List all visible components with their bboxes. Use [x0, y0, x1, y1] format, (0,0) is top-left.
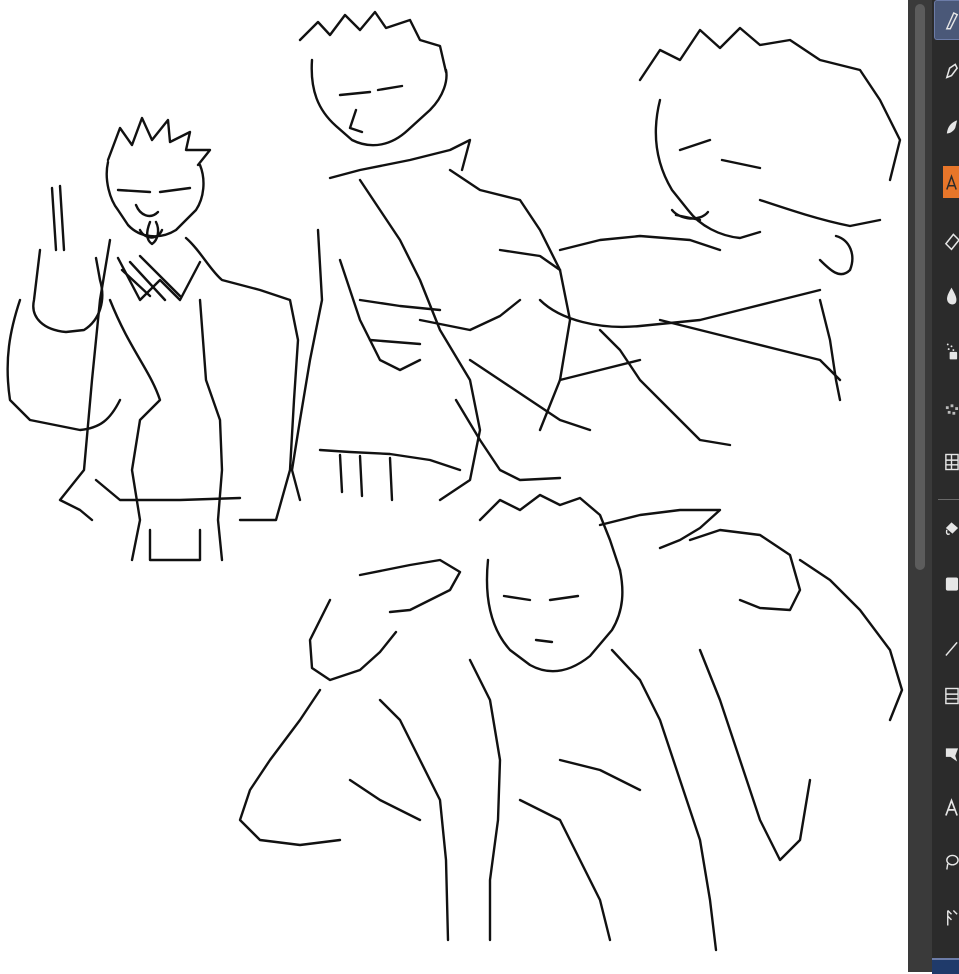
pencil-tool[interactable] — [934, 50, 959, 90]
lasso-tool[interactable] — [934, 842, 959, 882]
sketch-figure-bottom — [238, 493, 904, 952]
pen-tool[interactable] — [934, 0, 959, 40]
text-icon — [945, 798, 958, 816]
pencil-icon — [945, 63, 959, 79]
line-tool[interactable] — [934, 628, 959, 668]
sketch-figure-center — [290, 10, 572, 502]
line-icon — [945, 641, 958, 656]
scrollbar-thumb[interactable] — [915, 4, 925, 570]
sketch-figure-right — [454, 26, 902, 482]
frame-tool[interactable] — [934, 676, 959, 716]
balloon-tool[interactable] — [934, 734, 959, 774]
sketch-figure-left — [6, 116, 300, 562]
lasso-icon — [946, 854, 959, 870]
marker-icon — [946, 174, 957, 190]
pen-icon — [945, 12, 959, 30]
grid-tool[interactable] — [934, 442, 959, 482]
ruler-tool[interactable] — [934, 898, 959, 938]
brush-icon — [946, 120, 958, 134]
airbrush-tool[interactable] — [934, 162, 959, 202]
gradient-tool[interactable] — [934, 564, 959, 604]
brush-tool[interactable] — [934, 106, 959, 146]
toolbar-divider — [938, 499, 959, 500]
text-tool[interactable] — [934, 788, 959, 828]
blend-tool[interactable] — [934, 276, 959, 316]
frame-icon — [945, 687, 959, 705]
texture-tool[interactable] — [934, 390, 959, 430]
spray-tool[interactable] — [934, 330, 959, 370]
sketch-artwork — [6, 10, 904, 952]
ruler-icon — [947, 910, 958, 926]
canvas-vertical-scrollbar[interactable] — [908, 0, 932, 972]
spray-icon — [946, 343, 958, 360]
droplet-icon — [947, 287, 957, 305]
grid-icon — [945, 453, 959, 471]
tool-palette — [932, 0, 959, 972]
texture-icon — [945, 404, 959, 415]
eraser-tool[interactable] — [934, 220, 959, 260]
fill-tool[interactable] — [934, 508, 959, 548]
drawing-canvas[interactable] — [0, 0, 908, 972]
bucket-icon — [945, 522, 959, 536]
eraser-icon — [944, 233, 959, 251]
gradient-icon — [945, 577, 959, 591]
balloon-icon — [945, 748, 959, 762]
